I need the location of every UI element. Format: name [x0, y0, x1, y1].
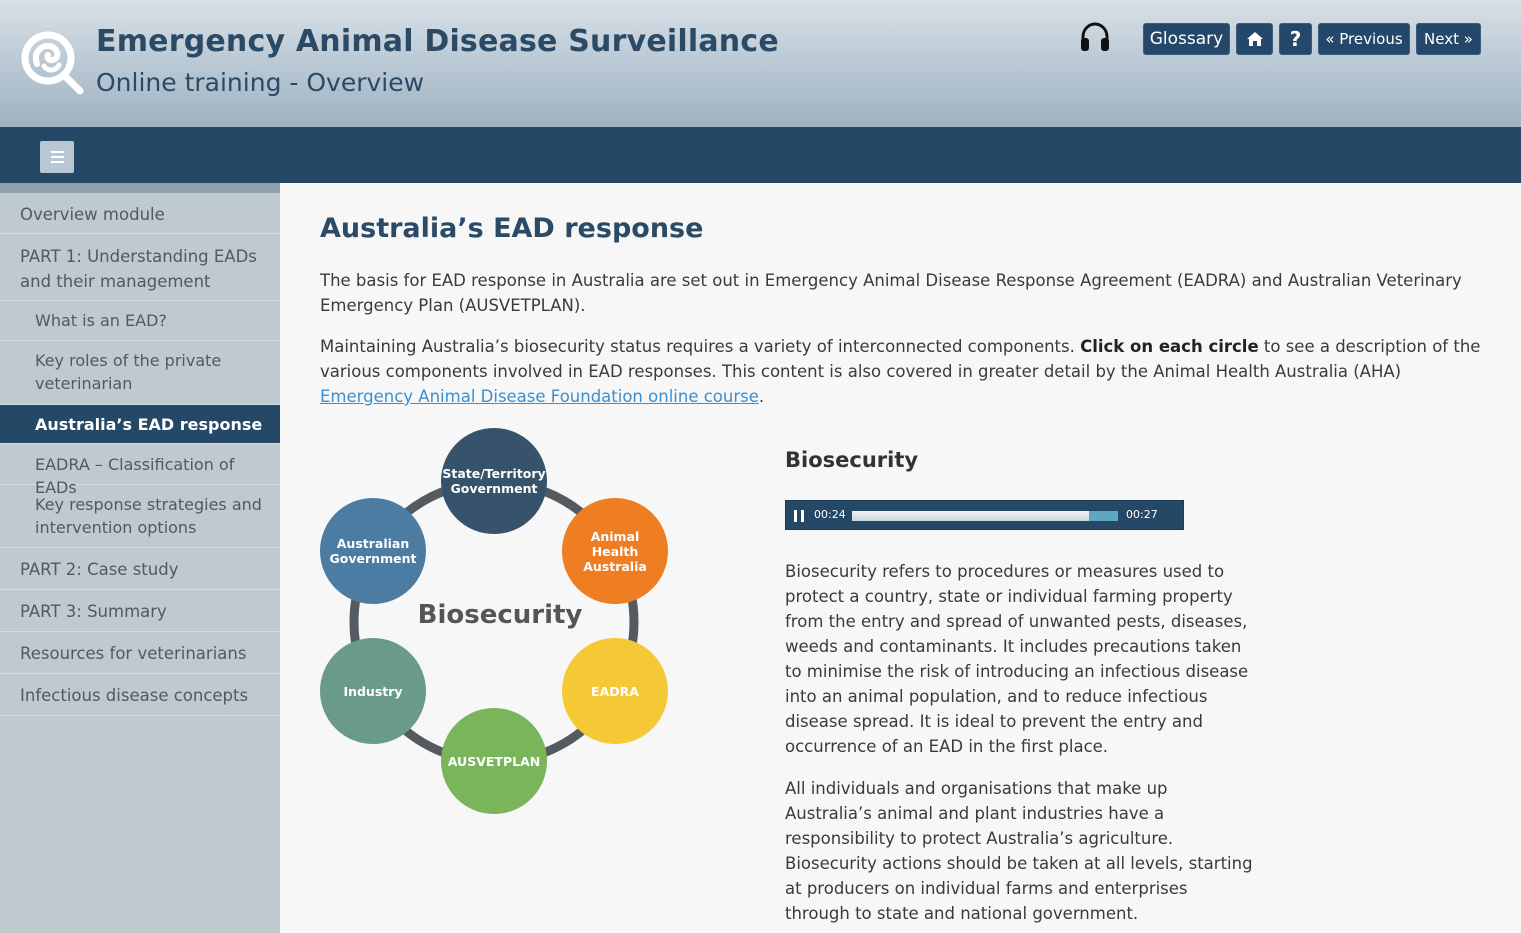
sidebar-item-label: PART 1: Understanding EADs and their man…: [20, 247, 257, 291]
sidebar-item-eadra[interactable]: EADRA – Classification of EADs: [0, 444, 280, 497]
glossary-button[interactable]: Glossary: [1143, 23, 1230, 55]
app-title: Emergency Animal Disease Surveillance: [96, 24, 779, 59]
audio-player: 00:24 00:27: [785, 500, 1184, 530]
sidebar-item-label: What is an EAD?: [35, 311, 167, 330]
sidebar-item-part3[interactable]: PART 3: Summary: [0, 590, 280, 632]
page-title: Australia’s EAD response: [320, 213, 704, 244]
sidebar-item-part1[interactable]: PART 1: Understanding EADs and their man…: [0, 234, 280, 301]
panel-title: Biosecurity: [785, 448, 919, 472]
biosecurity-diagram: Biosecurity State/Territory Government A…: [320, 428, 670, 816]
app-subtitle: Online training - Overview: [96, 68, 425, 97]
circle-ausvetplan[interactable]: AUSVETPLAN: [441, 708, 547, 814]
audio-progress-fill: [852, 511, 1089, 521]
home-icon: [1246, 32, 1263, 46]
circle-state-territory-government[interactable]: State/Territory Government: [441, 428, 547, 534]
sidebar-item-what-is-ead[interactable]: What is an EAD?: [0, 301, 280, 341]
sidebar-item-label: Australia’s EAD response: [35, 415, 263, 434]
sidebar-item-key-roles[interactable]: Key roles of the private veterinarian: [0, 341, 280, 405]
next-button[interactable]: Next »: [1416, 23, 1481, 55]
aha-course-link[interactable]: Emergency Animal Disease Foundation onli…: [320, 387, 759, 406]
sidebar: Overview module PART 1: Understanding EA…: [0, 183, 280, 933]
instructions-paragraph: Maintaining Australia’s biosecurity stat…: [320, 334, 1495, 409]
sidebar-item-label: PART 2: Case study: [20, 560, 179, 579]
circle-eadra[interactable]: EADRA: [562, 638, 668, 744]
sidebar-item-label: PART 3: Summary: [20, 602, 167, 621]
sidebar-item-eadresponse[interactable]: Australia’s EAD response: [0, 405, 280, 444]
paragraph-text: .: [758, 387, 765, 406]
panel-paragraph-1: Biosecurity refers to procedures or meas…: [785, 562, 1249, 756]
circle-industry[interactable]: Industry: [320, 638, 426, 744]
sidebar-item-overview-module[interactable]: Overview module: [0, 193, 280, 234]
sidebar-item-infectious[interactable]: Infectious disease concepts: [0, 674, 280, 716]
sidebar-item-label: Key roles of the private veterinarian: [35, 351, 222, 393]
paragraph-text: Maintaining Australia’s biosecurity stat…: [320, 337, 1081, 356]
nav-bar: [0, 127, 1521, 183]
sidebar-item-label: Resources for veterinarians: [20, 644, 247, 663]
question-icon: ?: [1289, 27, 1302, 51]
previous-button[interactable]: « Previous: [1318, 23, 1410, 55]
headphones-icon[interactable]: [1079, 22, 1111, 52]
panel-paragraph-2: All individuals and organisations that m…: [785, 779, 1253, 923]
circle-animal-health-australia[interactable]: Animal Health Australia: [562, 498, 668, 604]
pause-icon[interactable]: [794, 510, 805, 522]
circle-australian-government[interactable]: Australian Government: [320, 498, 426, 604]
current-time: 00:24: [814, 508, 846, 521]
duration-time: 00:27: [1126, 508, 1158, 521]
intro-paragraph: The basis for EAD response in Australia …: [320, 271, 1462, 315]
sidebar-item-resources[interactable]: Resources for veterinarians: [0, 632, 280, 674]
home-button[interactable]: [1236, 23, 1273, 55]
audio-progress-bar[interactable]: [852, 511, 1118, 521]
diagram-center-label: Biosecurity: [417, 600, 583, 630]
hamburger-menu-icon[interactable]: [40, 141, 74, 173]
sidebar-item-label: Overview module: [20, 205, 165, 224]
sidebar-item-key-strategies[interactable]: Key response strategies and intervention…: [0, 485, 280, 548]
help-button[interactable]: ?: [1279, 23, 1312, 55]
header: Emergency Animal Disease Surveillance On…: [0, 0, 1521, 127]
magnifier-logo-icon: [21, 31, 84, 95]
sidebar-item-label: Key response strategies and intervention…: [35, 495, 262, 537]
sidebar-item-part2[interactable]: PART 2: Case study: [0, 548, 280, 590]
sidebar-item-label: Infectious disease concepts: [20, 686, 249, 705]
paragraph-bold-text: Click on each circle: [1080, 337, 1259, 356]
